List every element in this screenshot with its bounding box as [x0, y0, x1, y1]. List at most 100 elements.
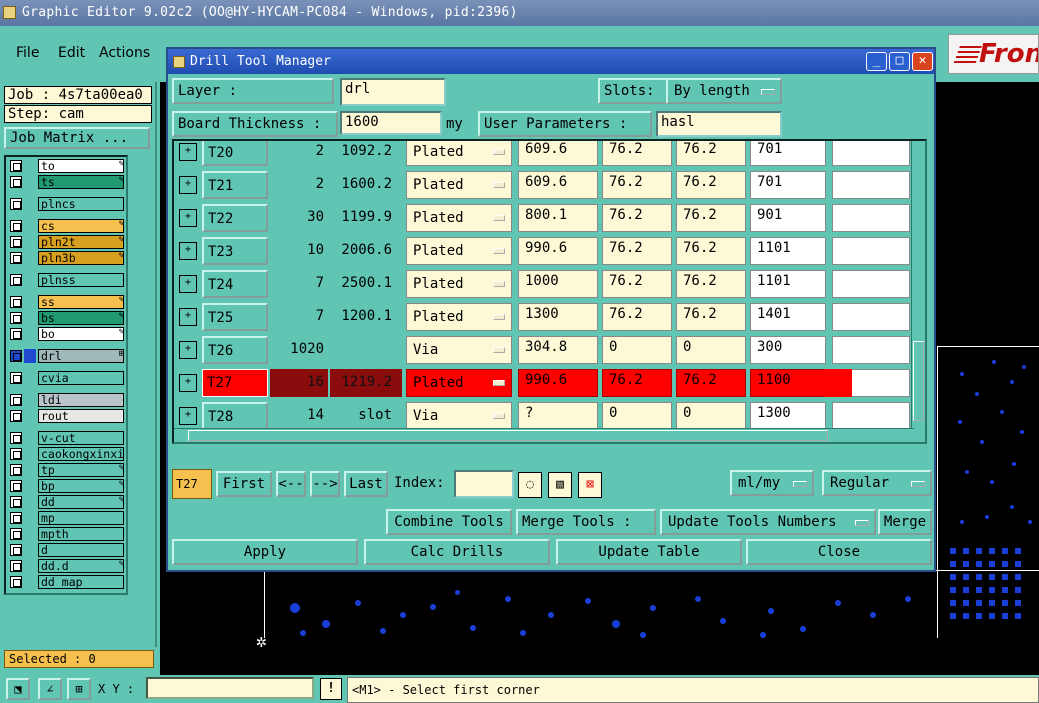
layer-name[interactable]: ts	[38, 175, 124, 189]
drill-type-select[interactable]: Plated	[406, 237, 512, 265]
tolerance-minus-input[interactable]: 76.2	[676, 237, 746, 265]
layer-checkbox[interactable]	[10, 432, 22, 444]
layer-checkbox[interactable]	[10, 274, 22, 286]
layer-checkbox[interactable]	[10, 480, 22, 492]
layer-row[interactable]: cvia	[10, 371, 126, 385]
tool-name-button[interactable]: T27	[202, 369, 268, 397]
drill-type-select[interactable]: Plated	[406, 369, 512, 397]
vscroll-thumb[interactable]	[913, 341, 924, 421]
layer-row[interactable]: plnss	[10, 273, 126, 287]
layer-row[interactable]: ss ✎	[10, 295, 126, 309]
layer-name[interactable]: ldi	[38, 393, 124, 407]
layer-checkbox[interactable]	[10, 410, 22, 422]
finish-size-input[interactable]: 609.6	[518, 171, 598, 199]
delete-icon[interactable]: ⊠	[578, 472, 602, 498]
drill-type-select[interactable]: Plated	[406, 171, 512, 199]
table-row[interactable]: + T22 30 1199.9 Plated 800.1 76.2 76.2 901	[174, 202, 914, 235]
layer-checkbox[interactable]	[10, 464, 22, 476]
edit-tool-icon[interactable]: ▧	[548, 472, 572, 498]
tolerance-minus-input[interactable]: 76.2	[676, 204, 746, 232]
warning-button[interactable]: !	[320, 678, 342, 700]
finish-size-input[interactable]: 800.1	[518, 204, 598, 232]
drill-size-input[interactable]: 1401	[750, 303, 826, 331]
layer-row[interactable]: to ✎	[10, 159, 126, 173]
snap-tool-button[interactable]: ⊞	[67, 678, 91, 700]
finish-size-input[interactable]: ?	[518, 402, 598, 430]
calc-drills-button[interactable]: Calc Drills	[364, 539, 550, 565]
layer-name[interactable]: cs	[38, 219, 124, 233]
layer-name[interactable]: bo	[38, 327, 124, 341]
first-button[interactable]: First	[216, 471, 272, 497]
drill-size-input[interactable]: 1101	[750, 237, 826, 265]
board-thickness-input[interactable]: 1600	[340, 111, 442, 135]
layer-name[interactable]: dd	[38, 495, 124, 509]
layer-name[interactable]: d	[38, 543, 124, 557]
menu-file[interactable]: File	[16, 45, 39, 61]
drill-size-input[interactable]: 1300	[750, 402, 826, 430]
layer-row[interactable]: plncs	[10, 197, 126, 211]
layer-name[interactable]: mpth	[38, 527, 124, 541]
layer-row[interactable]: bo ✎	[10, 327, 126, 341]
row-expand-icon[interactable]: +	[179, 242, 197, 260]
layer-row[interactable]: ts ✎	[10, 175, 126, 189]
finish-size-input[interactable]: 304.8	[518, 336, 598, 364]
drill-size-input[interactable]: 701	[750, 141, 826, 166]
layer-name[interactable]: dd.d	[38, 559, 124, 573]
minimize-icon[interactable]: _	[866, 52, 887, 71]
tolerance-minus-input[interactable]: 76.2	[676, 171, 746, 199]
finish-size-input[interactable]: 1000	[518, 270, 598, 298]
layer-name[interactable]: bs	[38, 311, 124, 325]
tolerance-plus-input[interactable]: 76.2	[602, 369, 672, 397]
table-row[interactable]: + T25 7 1200.1 Plated 1300 76.2 76.2 1401	[174, 301, 914, 334]
tolerance-plus-input[interactable]: 76.2	[602, 303, 672, 331]
tolerance-minus-input[interactable]: 76.2	[676, 303, 746, 331]
extra-param-input[interactable]	[832, 402, 910, 430]
layer-row[interactable]: tp ✎	[10, 463, 126, 477]
hscroll-thumb[interactable]	[188, 430, 828, 441]
layer-checkbox[interactable]	[10, 160, 22, 172]
tool-name-button[interactable]: T20	[202, 141, 268, 166]
merge-tools-select[interactable]: Update Tools Numbers	[660, 509, 876, 535]
finish-size-input[interactable]: 1300	[518, 303, 598, 331]
layer-checkbox[interactable]	[10, 198, 22, 210]
drill-type-select[interactable]: Via	[406, 402, 512, 430]
layer-row[interactable]: drl ⊞	[10, 349, 126, 363]
layer-checkbox[interactable]	[10, 176, 22, 188]
job-matrix-button[interactable]: Job Matrix ...	[4, 127, 150, 149]
drill-size-input[interactable]: 701	[750, 171, 826, 199]
layer-row[interactable]: dd_map	[10, 575, 126, 589]
row-expand-icon[interactable]: +	[179, 374, 197, 392]
layer-checkbox[interactable]	[10, 394, 22, 406]
tool-name-button[interactable]: T25	[202, 303, 268, 331]
row-expand-icon[interactable]: +	[179, 341, 197, 359]
menu-edit[interactable]: Edit	[58, 45, 85, 61]
combine-tools-button[interactable]: Combine Tools	[386, 509, 512, 535]
layer-checkbox[interactable]	[10, 350, 22, 362]
tolerance-plus-input[interactable]: 76.2	[602, 237, 672, 265]
row-expand-icon[interactable]: +	[179, 209, 197, 227]
tolerance-plus-input[interactable]: 76.2	[602, 270, 672, 298]
extra-param-input[interactable]	[832, 237, 910, 265]
layer-name[interactable]: bp	[38, 479, 124, 493]
row-expand-icon[interactable]: +	[179, 176, 197, 194]
layer-row[interactable]: bp ✎	[10, 479, 126, 493]
user-parameters-input[interactable]: hasl	[656, 111, 782, 137]
layer-row[interactable]: rout	[10, 409, 126, 423]
layer-name[interactable]: pln2t	[38, 235, 124, 249]
table-row[interactable]: + T27 16 1219.2 Plated 990.6 76.2 76.2 1100	[174, 367, 914, 400]
units-select[interactable]: ml/my	[730, 470, 814, 496]
tool-name-button[interactable]: T24	[202, 270, 268, 298]
mode-select[interactable]: Regular	[822, 470, 932, 496]
tolerance-minus-input[interactable]: 0	[676, 402, 746, 430]
drill-type-select[interactable]: Via	[406, 336, 512, 364]
layer-name[interactable]: v-cut	[38, 431, 124, 445]
layer-checkbox[interactable]	[10, 528, 22, 540]
tool-name-button[interactable]: T22	[202, 204, 268, 232]
apply-button[interactable]: Apply	[172, 539, 358, 565]
extra-param-input[interactable]	[832, 336, 910, 364]
tool-name-button[interactable]: T26	[202, 336, 268, 364]
tool-name-button[interactable]: T21	[202, 171, 268, 199]
extra-param-input[interactable]	[832, 171, 910, 199]
drill-type-select[interactable]: Plated	[406, 270, 512, 298]
layer-name[interactable]: tp	[38, 463, 124, 477]
